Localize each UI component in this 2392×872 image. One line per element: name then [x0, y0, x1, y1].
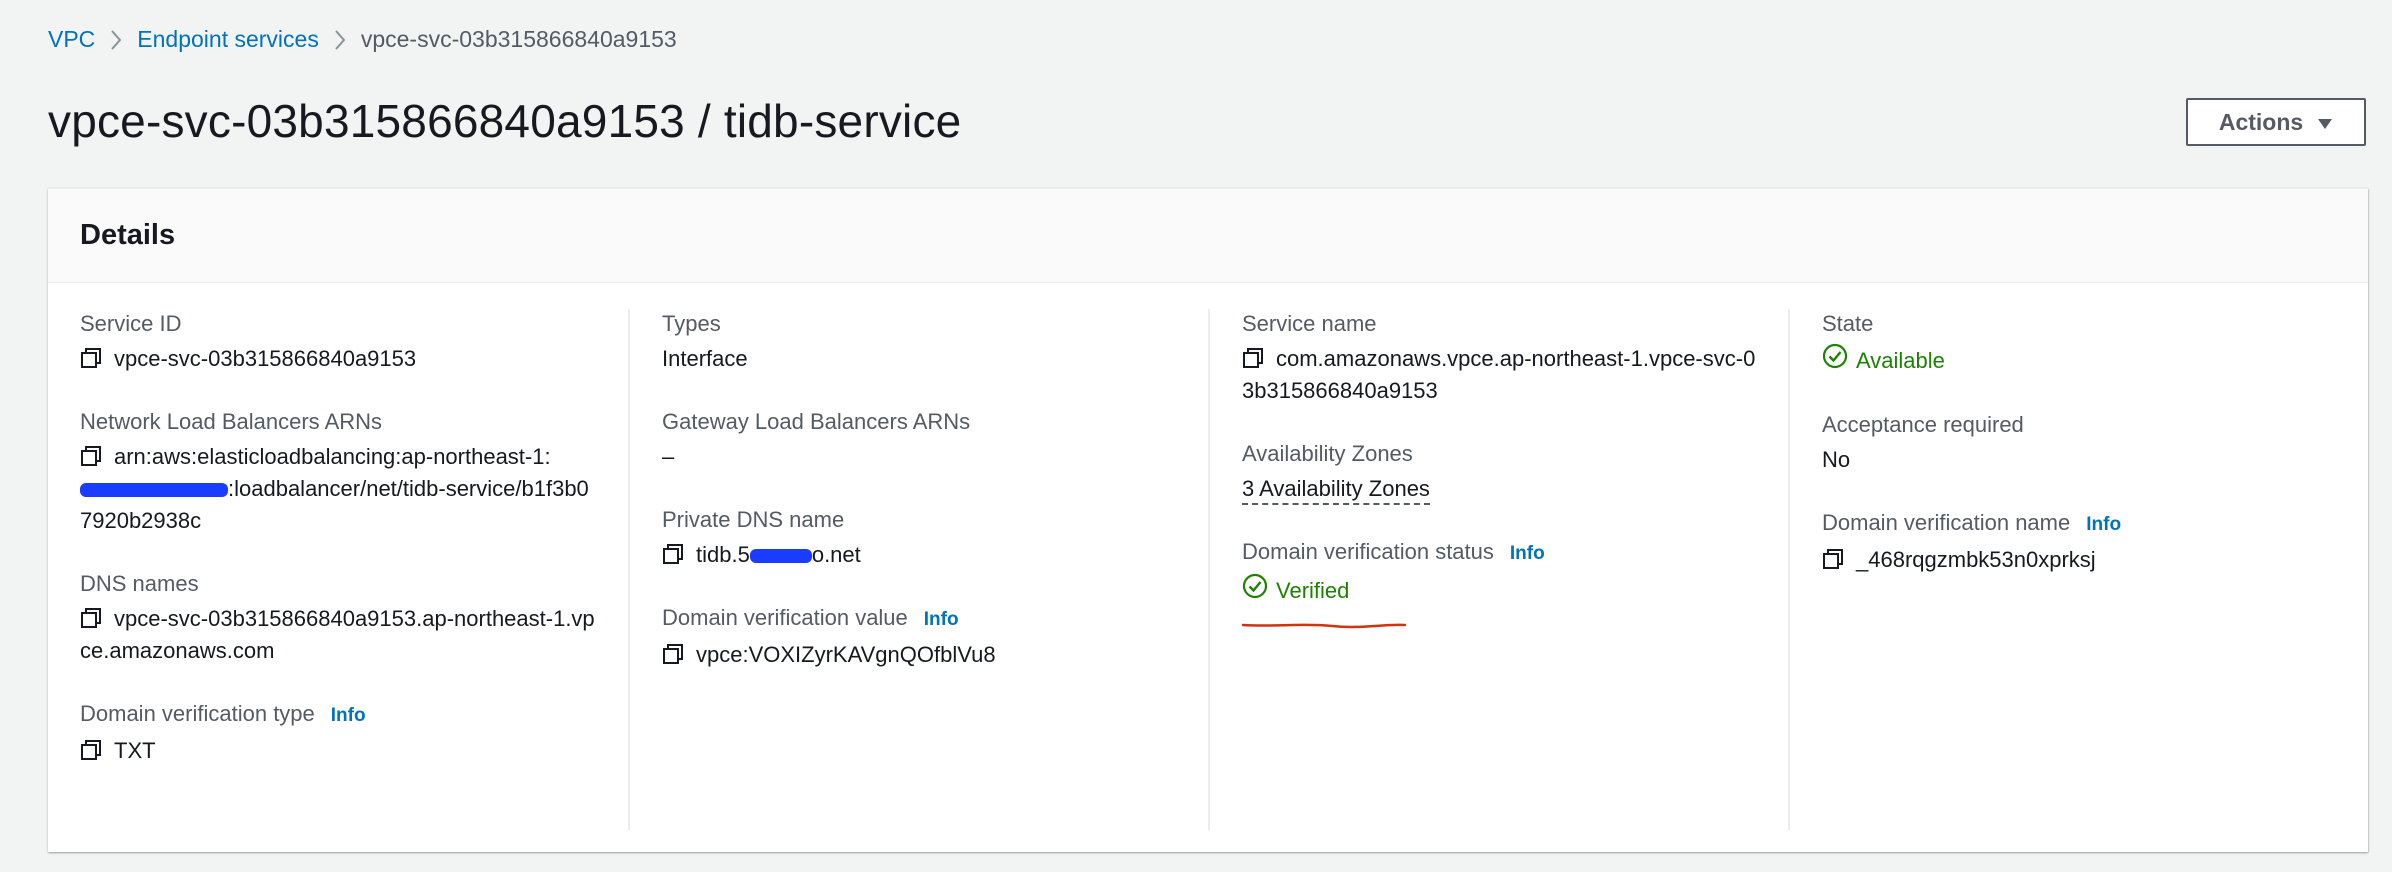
redaction-mark	[750, 549, 812, 563]
value-acceptance-required: No	[1822, 444, 2336, 476]
caret-down-icon	[2317, 109, 2333, 136]
availability-zones-popover-trigger[interactable]: 3 Availability Zones	[1242, 476, 1430, 505]
details-heading: Details	[80, 219, 175, 252]
chevron-right-icon	[333, 29, 347, 51]
value-domain-verification-type: TXT	[80, 735, 596, 767]
details-columns: Service ID vpce-svc-03b315866840a9153 Ne…	[48, 309, 2368, 830]
field-nlb-arns: Network Load Balancers ARNs arn:aws:elas…	[80, 407, 596, 537]
label-private-dns-name: Private DNS name	[662, 505, 1176, 535]
label-types: Types	[662, 309, 1176, 339]
page-title: vpce-svc-03b315866840a9153 / tidb-servic…	[48, 94, 961, 148]
value-state: Available	[1822, 343, 2336, 378]
value-domain-verification-value: vpce:VOXIZyrKAVgnQOfblVu8	[662, 639, 1176, 671]
breadcrumb: VPC Endpoint services vpce-svc-03b315866…	[48, 26, 677, 53]
redaction-mark	[80, 483, 228, 497]
breadcrumb-vpc[interactable]: VPC	[48, 26, 95, 53]
value-domain-verification-name: _468rqgzmbk53n0xprksj	[1822, 544, 2336, 576]
value-dns-names: vpce-svc-03b315866840a9153.ap-northeast-…	[80, 603, 596, 667]
label-domain-verification-value: Domain verification valueInfo	[662, 603, 1176, 635]
details-column-1: Service ID vpce-svc-03b315866840a9153 Ne…	[48, 309, 628, 830]
value-glb-arns: –	[662, 441, 1176, 473]
field-domain-verification-value: Domain verification valueInfo vpce:VOXIZ…	[662, 603, 1176, 671]
field-private-dns-name: Private DNS name tidb.5o.net	[662, 505, 1176, 571]
actions-button[interactable]: Actions	[2186, 98, 2366, 146]
check-circle-icon	[1242, 573, 1268, 608]
label-domain-verification-status: Domain verification statusInfo	[1242, 537, 1756, 569]
label-glb-arns: Gateway Load Balancers ARNs	[662, 407, 1176, 437]
details-panel: Details Service ID vpce-svc-03b315866840…	[48, 188, 2368, 852]
label-availability-zones: Availability Zones	[1242, 439, 1756, 469]
field-domain-verification-name: Domain verification nameInfo _468rqgzmbk…	[1822, 508, 2336, 576]
label-service-id: Service ID	[80, 309, 596, 339]
label-nlb-arns: Network Load Balancers ARNs	[80, 407, 596, 437]
red-annotation-underline	[1242, 607, 1406, 639]
info-link[interactable]: Info	[331, 701, 366, 731]
label-domain-verification-type: Domain verification typeInfo	[80, 699, 596, 731]
copy-icon[interactable]	[1822, 547, 1844, 569]
info-link[interactable]: Info	[2086, 510, 2121, 540]
chevron-right-icon	[109, 29, 123, 51]
actions-button-label: Actions	[2219, 109, 2303, 136]
check-circle-icon	[1822, 343, 1848, 378]
label-domain-verification-name: Domain verification nameInfo	[1822, 508, 2336, 540]
field-domain-verification-status: Domain verification statusInfo Verified	[1242, 537, 1756, 608]
label-state: State	[1822, 309, 2336, 339]
field-service-name: Service name com.amazonaws.vpce.ap-north…	[1242, 309, 1756, 407]
label-dns-names: DNS names	[80, 569, 596, 599]
details-header: Details	[48, 189, 2368, 283]
field-acceptance-required: Acceptance required No	[1822, 410, 2336, 476]
field-types: Types Interface	[662, 309, 1176, 375]
value-service-name: com.amazonaws.vpce.ap-northeast-1.vpce-s…	[1242, 343, 1756, 407]
field-service-id: Service ID vpce-svc-03b315866840a9153	[80, 309, 596, 375]
value-private-dns-name: tidb.5o.net	[662, 539, 1176, 571]
value-nlb-arns: arn:aws:elasticloadbalancing:ap-northeas…	[80, 441, 596, 537]
value-domain-verification-status: Verified	[1242, 573, 1756, 608]
field-availability-zones: Availability Zones 3 Availability Zones	[1242, 439, 1756, 505]
breadcrumb-endpoint-services[interactable]: Endpoint services	[137, 26, 319, 53]
value-availability-zones: 3 Availability Zones	[1242, 473, 1756, 505]
field-domain-verification-type: Domain verification typeInfo TXT	[80, 699, 596, 767]
copy-icon[interactable]	[80, 606, 102, 628]
label-service-name: Service name	[1242, 309, 1756, 339]
label-acceptance-required: Acceptance required	[1822, 410, 2336, 440]
field-state: State Available	[1822, 309, 2336, 378]
info-link[interactable]: Info	[1510, 539, 1545, 569]
copy-icon[interactable]	[80, 346, 102, 368]
copy-icon[interactable]	[80, 738, 102, 760]
copy-icon[interactable]	[662, 542, 684, 564]
field-glb-arns: Gateway Load Balancers ARNs –	[662, 407, 1176, 473]
breadcrumb-current: vpce-svc-03b315866840a9153	[361, 26, 677, 53]
copy-icon[interactable]	[1242, 346, 1264, 368]
details-column-4: State Available Acceptance required No D…	[1788, 309, 2368, 830]
copy-icon[interactable]	[80, 444, 102, 466]
field-dns-names: DNS names vpce-svc-03b315866840a9153.ap-…	[80, 569, 596, 667]
details-column-3: Service name com.amazonaws.vpce.ap-north…	[1208, 309, 1788, 830]
status-verified: Verified	[1242, 573, 1349, 608]
value-types: Interface	[662, 343, 1176, 375]
copy-icon[interactable]	[662, 642, 684, 664]
status-available: Available	[1822, 343, 1945, 378]
info-link[interactable]: Info	[924, 605, 959, 635]
details-column-2: Types Interface Gateway Load Balancers A…	[628, 309, 1208, 830]
value-service-id: vpce-svc-03b315866840a9153	[80, 343, 596, 375]
